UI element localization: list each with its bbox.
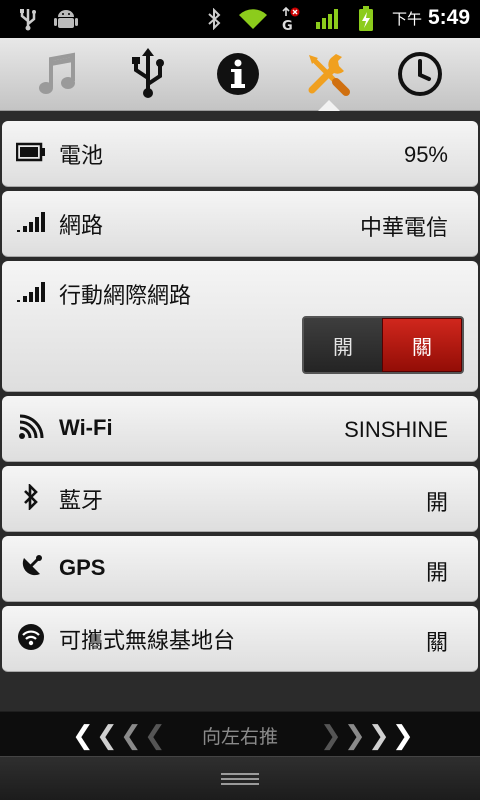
battery-label: 電池 <box>59 144 104 169</box>
battery-value: 95% <box>403 142 448 167</box>
status-ampm: 下午 <box>391 11 422 28</box>
wifi-label: Wi-Fi <box>59 415 113 440</box>
gps-label: GPS <box>59 555 106 580</box>
network-value: 中華電信 <box>359 216 448 241</box>
row-bluetooth[interactable]: 藍牙 開 <box>2 466 478 532</box>
network-label: 網路 <box>59 214 104 239</box>
gps-icon <box>16 554 46 580</box>
chevron-right-icon: ❯ <box>368 721 390 751</box>
mobile-data-g-icon: G <box>280 6 302 32</box>
mobile-data-label: 行動網際網路 <box>59 284 192 309</box>
row-battery[interactable]: 電池 95% <box>2 121 478 187</box>
chevron-right-icon: ❯ <box>344 721 366 751</box>
tools-icon <box>304 50 352 102</box>
usb-icon <box>128 48 168 104</box>
tab-usb[interactable] <box>118 48 178 104</box>
grip-icon <box>221 773 259 785</box>
bluetooth-icon <box>16 484 46 510</box>
hotspot-value: 關 <box>425 631 448 656</box>
bluetooth-icon <box>204 6 224 32</box>
row-hotspot[interactable]: 可攜式無線基地台 關 <box>2 606 478 672</box>
chevron-right-icon: ❯ <box>392 721 414 751</box>
settings-panel: 電池 95% 網路 中華電信 行動網際網路 開 關 Wi-Fi SINSHINE… <box>0 111 480 711</box>
bluetooth-value: 開 <box>425 491 448 516</box>
swipe-hint-bar[interactable]: ❮ ❮ ❮ ❮ 向左右推 ❯ ❯ ❯ ❯ <box>0 711 480 756</box>
signal-bars-icon <box>16 209 46 235</box>
tab-bar <box>0 38 480 111</box>
svg-text:G: G <box>282 19 293 32</box>
signal-bars-icon <box>16 279 46 305</box>
status-bar: G 下午 5:49 <box>0 0 480 38</box>
chevron-right-icon: ❯ <box>320 721 342 751</box>
toggle-on-option[interactable]: 開 <box>304 318 382 372</box>
usb-debug-icon <box>16 6 40 32</box>
gps-value: 開 <box>425 561 448 586</box>
toggle-off-option[interactable]: 關 <box>382 318 462 372</box>
wifi-signal-icon <box>236 6 270 32</box>
cell-signal-icon <box>314 6 342 32</box>
clock-icon <box>397 51 443 101</box>
wifi-icon <box>16 414 46 440</box>
wifi-value: SINSHINE <box>344 417 448 442</box>
music-icon <box>35 51 79 101</box>
row-gps[interactable]: GPS 開 <box>2 536 478 602</box>
drawer-handle-bar[interactable] <box>0 756 480 800</box>
row-wifi[interactable]: Wi-Fi SINSHINE <box>2 396 478 462</box>
status-time: 5:49 <box>427 6 470 29</box>
row-network[interactable]: 網路 中華電信 <box>2 191 478 257</box>
battery-icon <box>16 139 46 165</box>
battery-charging-icon <box>356 6 376 32</box>
tab-info[interactable] <box>208 48 268 104</box>
row-mobile-data: 行動網際網路 開 關 <box>2 261 478 392</box>
info-icon <box>215 51 261 101</box>
tab-clock[interactable] <box>390 48 450 104</box>
hotspot-icon <box>16 624 46 650</box>
selected-tab-pointer <box>318 100 340 111</box>
tab-music[interactable] <box>27 48 87 104</box>
bluetooth-label: 藍牙 <box>59 489 104 514</box>
status-clock: 下午 5:49 <box>392 6 470 30</box>
tab-tools[interactable] <box>298 48 358 104</box>
android-icon <box>52 6 80 32</box>
hotspot-label: 可攜式無線基地台 <box>59 629 236 654</box>
mobile-data-toggle[interactable]: 開 關 <box>302 316 464 374</box>
